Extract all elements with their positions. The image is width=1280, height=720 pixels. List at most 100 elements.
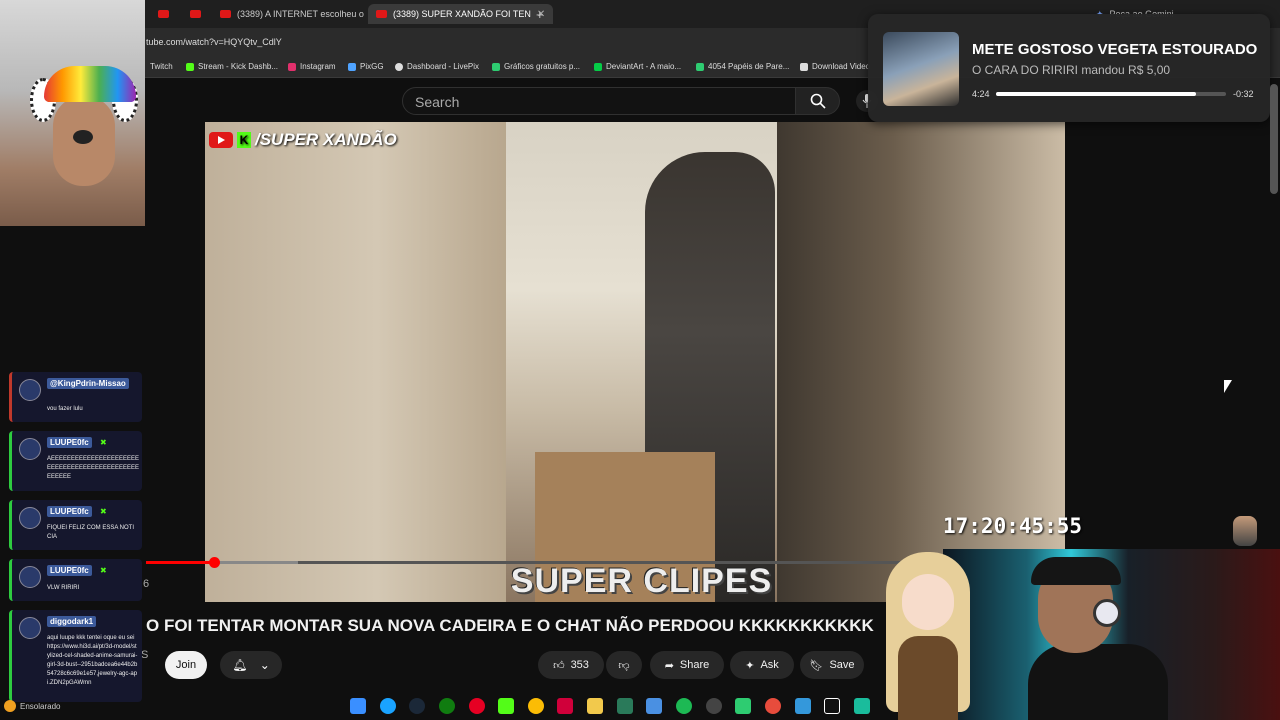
thumbs-up-icon: 👍︎ [553,659,565,672]
search-input[interactable]: Search [402,87,796,115]
subscribe-notifications-button[interactable]: 🔔︎ ⌄ [220,651,282,679]
bookmark-label: Dashboard - LivePix [407,62,480,71]
adobe-icon[interactable] [557,698,574,714]
stream-clock: 17:20:45:55 [943,514,1083,538]
ask-button[interactable]: ✦ Ask [730,651,794,679]
page-scrollbar[interactable] [1270,84,1278,194]
notepad-icon[interactable] [646,698,663,714]
now-playing-progress [996,92,1226,96]
deviantart-icon [594,62,602,71]
thumbs-down-icon: 👎︎ [618,659,630,672]
bookmark-instagram[interactable]: Instagram [288,62,336,71]
youtube-icon [220,10,231,18]
freepik-icon [492,62,500,71]
download-icon [800,62,808,71]
youtube-icon [190,10,201,18]
bookmark-graficos[interactable]: Gráficos gratuitos p... [492,62,580,71]
chat-username: diggodark1 [47,616,97,627]
bookmark-label: DeviantArt - A maio... [606,62,682,71]
progress-played [146,561,215,564]
youtube-icon [376,10,387,18]
browser-tab[interactable] [182,4,209,24]
sparkle-icon: ✦ [745,659,755,672]
bookmark-icon: 🔖︎ [809,659,824,672]
now-playing-thumbnail [883,32,959,106]
pinterest-icon[interactable] [468,698,485,714]
subscriber-count-fragment: 6 [143,578,150,590]
obs-icon[interactable] [705,698,722,714]
weather-label: Ensolarado [20,701,61,711]
xbox-icon[interactable] [438,698,455,714]
new-tab-button[interactable]: + [528,4,552,24]
chat-text: aqui luupe kkk tentei oque eu sei https:… [47,635,138,686]
bookmark-label: PixGG [360,62,384,71]
bookmark-livepix[interactable]: Dashboard - LivePix [395,62,479,71]
avatar [19,507,41,529]
search-icon [810,93,826,109]
video-player[interactable]: K /SUPER XANDÃO SUPER CLIPES [205,122,1065,602]
rainbow-hat [44,66,136,102]
bell-icon: 🔔︎ [232,658,248,672]
chat-username: @KingPdrin-Missao [47,378,129,389]
app-icon[interactable] [853,698,870,714]
kick-icon [186,62,194,71]
url-text[interactable]: tube.com/watch?v=HQYQtv_CdlY [146,37,282,47]
streamer-webcam-2 [943,549,1280,720]
avatar [19,617,41,639]
watermark-text: /SUPER XANDÃO [255,130,397,149]
body [1028,644,1168,720]
browser-tab-active[interactable]: (3389) SUPER XANDÃO FOI TEN ✕ [368,4,554,24]
app-icon[interactable] [764,698,781,714]
bookmark-wallpapers[interactable]: 4054 Papéis de Pare... [696,62,789,71]
app-icon[interactable] [735,698,752,714]
dog-nose-filter [73,130,93,144]
kick-icon[interactable] [498,698,515,714]
app-icon[interactable] [794,698,811,714]
browser-tab[interactable]: (3389) A INTERNET escolheu o ✕ [212,4,386,24]
search-button[interactable] [795,87,840,115]
folder-icon[interactable] [587,698,604,714]
bookmark-label: Gráficos gratuitos p... [504,62,581,71]
weather-widget[interactable]: Ensolarado [4,700,60,712]
chat-username: LUUPE0fc [47,506,92,517]
chat-text: VLW RIRIRI [47,585,80,591]
dislike-button[interactable]: 👎︎ [606,651,642,679]
save-button[interactable]: 🔖︎ Save [800,651,864,679]
pixgg-icon [348,62,356,71]
windows-start-icon[interactable] [350,698,366,714]
search-placeholder: Search [415,94,460,110]
bookmark-twitch[interactable]: Twitch [150,62,173,71]
edge-icon[interactable] [379,698,396,714]
steam-icon[interactable] [409,698,426,714]
bookmark-label: Twitch [150,62,173,71]
spotify-icon[interactable] [676,698,693,714]
bookmark-label: Instagram [300,62,336,71]
chat-message: LUUPE0fc ✖ VLW RIRIRI [9,559,142,601]
browser-tab[interactable] [150,4,177,24]
join-button[interactable]: Join [165,651,207,679]
bookmark-pixgg[interactable]: PixGG [348,62,384,71]
chevron-down-icon: ⌄ [259,658,270,672]
youtube-logo-icon [209,132,233,148]
now-playing-progress-fill [996,92,1197,96]
chat-username: LUUPE0fc [47,437,92,448]
like-button[interactable]: 👍︎ 353 [538,651,604,679]
youtube-icon [158,10,169,18]
chat-text: vou fazer lulu [47,406,83,412]
terminal-icon[interactable] [616,698,633,714]
channel-name-fragment: S [141,649,149,661]
share-label: Share [679,659,710,671]
tiktok-icon[interactable] [824,698,841,714]
streamer-webcam-1 [0,0,145,226]
now-playing-elapsed: 4:24 [972,89,990,99]
chat-message: diggodark1 aqui luupe kkk tentei oque eu… [9,610,142,702]
bookmark-label: Download Video [812,62,871,71]
tab-label: (3389) A INTERNET escolheu o [237,9,364,19]
bookmark-deviantart[interactable]: DeviantArt - A maio... [594,62,681,71]
chrome-icon[interactable] [527,698,544,714]
video-title: O FOI TENTAR MONTAR SUA NOVA CADEIRA E O… [146,616,874,635]
video-progress-bar[interactable] [146,557,906,568]
bookmark-kick[interactable]: Stream - Kick Dashb... [186,62,278,71]
bookmark-download-video[interactable]: Download Video [800,62,870,71]
share-button[interactable]: ➦ Share [650,651,724,679]
